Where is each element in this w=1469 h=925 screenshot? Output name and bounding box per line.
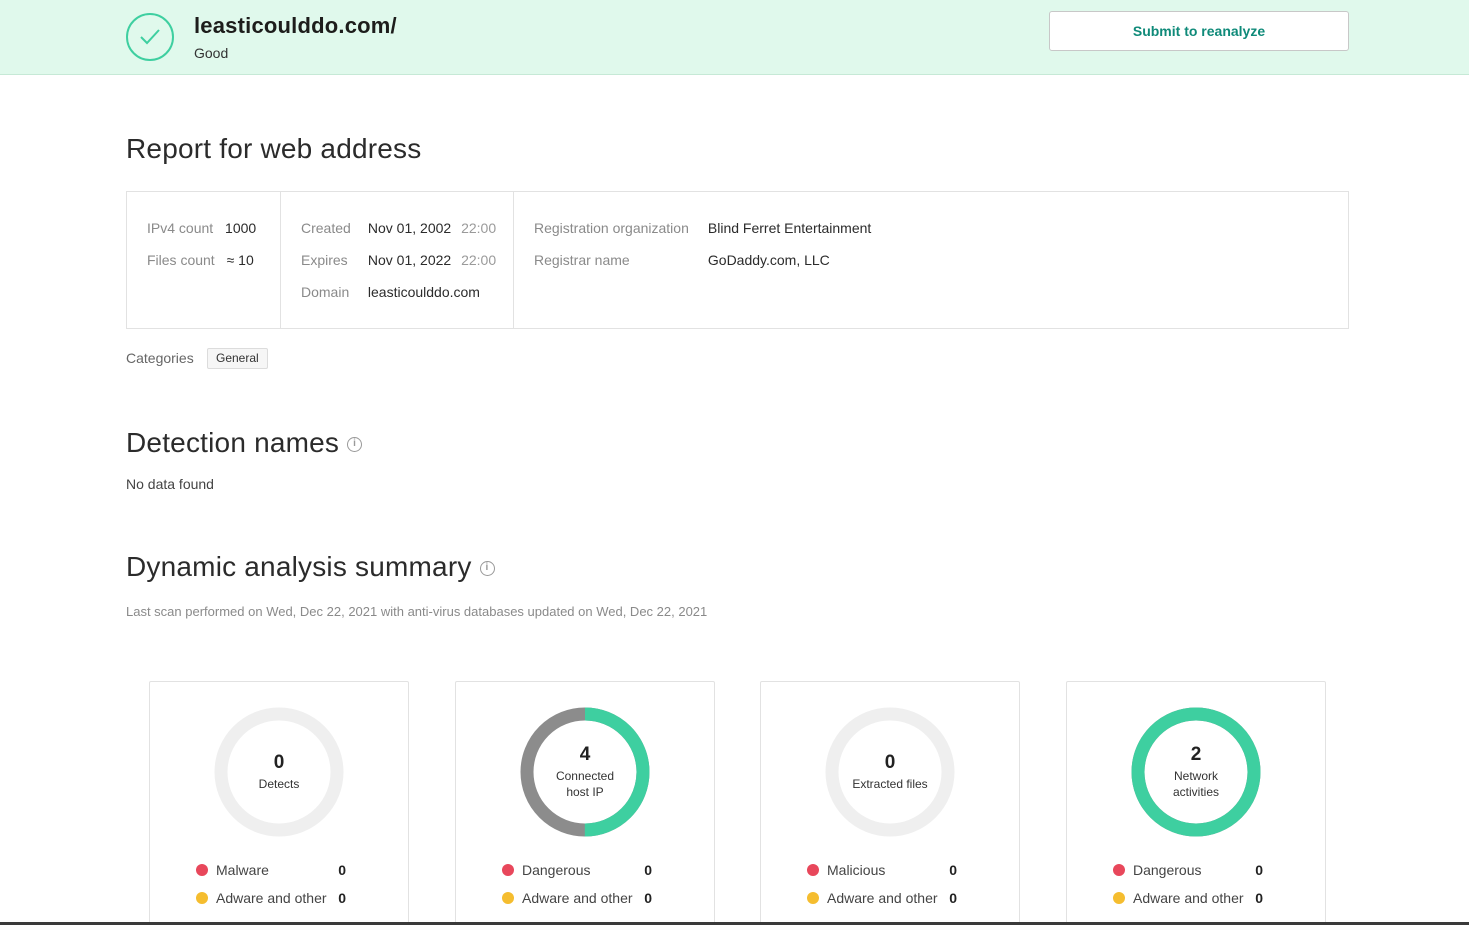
legend-count: 0 bbox=[949, 862, 957, 878]
report-title: Report for web address bbox=[126, 133, 422, 164]
detects-card: 0 Detects Malware 0 Adware and other 0 bbox=[149, 681, 409, 925]
summary-count: 0 bbox=[273, 752, 285, 773]
legend-item: Adware and other 0 bbox=[502, 890, 652, 906]
files-count-label: Files count bbox=[147, 252, 215, 268]
legend-dot-icon bbox=[502, 864, 514, 876]
summary-label: Connected bbox=[555, 769, 615, 783]
submit-to-reanalyze-button[interactable]: Submit to reanalyze bbox=[1049, 11, 1349, 51]
summary-count: 2 bbox=[1190, 744, 1202, 765]
ipv4-count-label: IPv4 count bbox=[147, 220, 214, 236]
info-icon[interactable]: i bbox=[347, 437, 363, 453]
donut-center: 0 Detects bbox=[213, 706, 345, 838]
files-count-value: ≈ 10 bbox=[226, 252, 254, 268]
legend-count: 0 bbox=[644, 862, 652, 878]
detection-names-heading: Detection names i bbox=[126, 427, 363, 459]
legend-label: Dangerous bbox=[522, 862, 591, 878]
detection-names-title: Detection names bbox=[126, 427, 340, 458]
legend-item: Malware 0 bbox=[196, 862, 346, 878]
analyzed-url: leasticoulddo.com/ bbox=[194, 13, 397, 38]
registrar-name-value: GoDaddy.com, LLC bbox=[707, 252, 830, 268]
created-label: Created bbox=[301, 220, 351, 236]
legend-label: Adware and other bbox=[1133, 890, 1244, 906]
summary-label-line2: host IP bbox=[566, 785, 604, 799]
legend-dot-icon bbox=[807, 892, 819, 904]
status-banner: leasticoulddo.com/ Good Submit to reanal… bbox=[0, 0, 1469, 75]
legend-item: Adware and other 0 bbox=[807, 890, 957, 906]
legend-label: Dangerous bbox=[1133, 862, 1202, 878]
counts-column: IPv4 count 1000 Files count ≈ 10 bbox=[127, 192, 281, 328]
legend-dot-icon bbox=[502, 892, 514, 904]
donut-center: 0 Extracted files bbox=[824, 706, 956, 838]
legend-item: Dangerous 0 bbox=[502, 862, 652, 878]
legend-item: Dangerous 0 bbox=[1113, 862, 1263, 878]
report-details-panel: IPv4 count 1000 Files count ≈ 10 Created… bbox=[126, 191, 1349, 329]
created-time: 22:00 bbox=[461, 220, 497, 236]
legend-count: 0 bbox=[644, 890, 652, 906]
summary-label: Network bbox=[1173, 769, 1218, 783]
legend-label: Malware bbox=[216, 862, 269, 878]
legend-count: 0 bbox=[1255, 862, 1263, 878]
created-date: Nov 01, 2002 bbox=[367, 220, 452, 236]
registrar-name-label: Registrar name bbox=[534, 252, 630, 268]
legend-label: Adware and other bbox=[216, 890, 327, 906]
legend-item: Adware and other 0 bbox=[196, 890, 346, 906]
expires-label: Expires bbox=[301, 252, 348, 268]
dynamic-analysis-title: Dynamic analysis summary bbox=[126, 551, 472, 582]
info-icon[interactable]: i bbox=[479, 561, 495, 577]
summary-label: Extracted files bbox=[852, 777, 928, 791]
legend-label: Malicious bbox=[827, 862, 886, 878]
legend-count: 0 bbox=[338, 890, 346, 906]
summary-count: 0 bbox=[884, 752, 896, 773]
extracted-files-card: 0 Extracted files Malicious 0 Adware and oth… bbox=[760, 681, 1020, 925]
summary-label: Detects bbox=[258, 777, 300, 791]
donut-center: 2 Network activities bbox=[1130, 706, 1262, 838]
no-data-text: No data found bbox=[126, 476, 214, 492]
registrar-column: Registration organization Blind Ferret E… bbox=[514, 192, 1348, 328]
summary-count: 4 bbox=[579, 744, 591, 765]
dynamic-analysis-heading: Dynamic analysis summary i bbox=[126, 551, 495, 583]
expires-date: Nov 01, 2022 bbox=[367, 252, 452, 268]
legend-label: Adware and other bbox=[827, 890, 938, 906]
legend-dot-icon bbox=[807, 864, 819, 876]
legend-label: Adware and other bbox=[522, 890, 633, 906]
legend-item: Malicious 0 bbox=[807, 862, 957, 878]
legend-count: 0 bbox=[949, 890, 957, 906]
legend-dot-icon bbox=[196, 864, 208, 876]
dates-column: Created Nov 01, 2002 22:00 Expires Nov 0… bbox=[281, 192, 514, 328]
legend-item: Adware and other 0 bbox=[1113, 890, 1263, 906]
expires-time: 22:00 bbox=[461, 252, 497, 268]
legend-count: 0 bbox=[1255, 890, 1263, 906]
last-scan-info: Last scan performed on Wed, Dec 22, 2021… bbox=[126, 604, 708, 619]
category-tag-general[interactable]: General bbox=[207, 348, 268, 369]
legend-dot-icon bbox=[196, 892, 208, 904]
donut-center: 4 Connected host IP bbox=[519, 706, 651, 838]
categories-label: Categories bbox=[126, 350, 194, 366]
legend-dot-icon bbox=[1113, 864, 1125, 876]
domain-value: leasticoulddo.com bbox=[367, 284, 480, 300]
verdict-status: Good bbox=[194, 45, 229, 61]
summary-label-line2: activities bbox=[1172, 785, 1219, 799]
good-status-icon bbox=[126, 13, 174, 61]
registration-organization-value: Blind Ferret Entertainment bbox=[707, 220, 872, 236]
legend-count: 0 bbox=[338, 862, 346, 878]
domain-label: Domain bbox=[301, 284, 350, 300]
registration-organization-label: Registration organization bbox=[534, 220, 689, 236]
ipv4-count-value: 1000 bbox=[225, 220, 257, 236]
connected-host-ip-card: 4 Connected host IP Dangerous 0 Adware and ot… bbox=[455, 681, 715, 925]
network-activities-card: 2 Network activities Dangerous 0 Adware and o… bbox=[1066, 681, 1326, 925]
legend-dot-icon bbox=[1113, 892, 1125, 904]
